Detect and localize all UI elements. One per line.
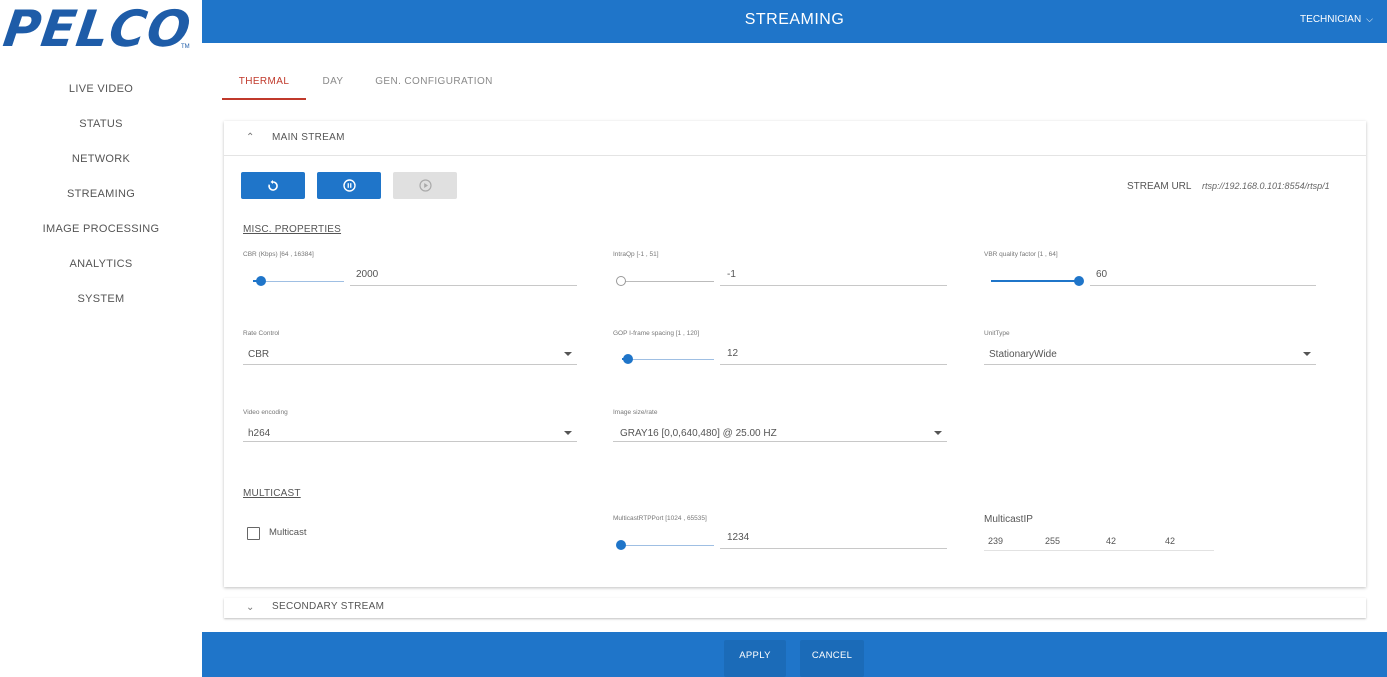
main-stream-title: MAIN STREAM (272, 132, 345, 143)
vbr-slider-fill (991, 280, 1077, 282)
cbr-value[interactable]: 2000 (356, 269, 378, 280)
multicast-ip-octet-2[interactable]: 255 (1045, 536, 1060, 546)
top-bar: STREAMING TECHNICIAN ⌵ (202, 0, 1387, 43)
stop-stream-button[interactable] (317, 172, 381, 199)
multicast-ip-octet-4[interactable]: 42 (1165, 536, 1175, 546)
video-encoding-label: Video encoding (243, 409, 288, 416)
gop-value[interactable]: 12 (727, 348, 738, 359)
intraqp-value[interactable]: -1 (727, 269, 736, 280)
secondary-stream-header[interactable]: ⌄ SECONDARY STREAM (224, 598, 1366, 618)
gop-slider-track (622, 359, 714, 360)
bottom-action-bar: APPLY CANCEL (202, 632, 1387, 677)
chevron-up-icon: ⌃ (246, 132, 255, 143)
rate-control-arrow-icon (564, 352, 572, 356)
unit-type-select[interactable] (984, 364, 1316, 365)
video-encoding-arrow-icon (564, 431, 572, 435)
image-size-arrow-icon (934, 431, 942, 435)
video-encoding-value: h264 (248, 428, 271, 439)
rate-control-label: Rate Control (243, 330, 280, 337)
secondary-stream-title: SECONDARY STREAM (272, 601, 385, 612)
sidebar-item-streaming[interactable]: STREAMING (0, 177, 202, 212)
cbr-underline (350, 285, 577, 286)
chevron-down-icon: ⌵ (1366, 14, 1373, 24)
sidebar-item-live-video[interactable]: LIVE VIDEO (0, 72, 202, 107)
main-stream-panel: ⌃ MAIN STREAM STREAM URL rtsp://192.168.… (224, 121, 1366, 587)
main-stream-header[interactable]: ⌃ MAIN STREAM (224, 121, 1366, 156)
multicast-port-slider[interactable] (616, 540, 626, 550)
sidebar-item-analytics[interactable]: ANALYTICS (0, 247, 202, 282)
intraqp-slider-track (622, 281, 714, 282)
rate-control-value: CBR (248, 349, 270, 360)
user-name: TECHNICIAN (1300, 14, 1362, 25)
image-size-select[interactable] (613, 441, 947, 442)
vbr-slider[interactable] (1074, 276, 1084, 286)
apply-button[interactable]: APPLY (724, 640, 786, 677)
sidebar-nav: LIVE VIDEO STATUS NETWORK STREAMING IMAG… (0, 72, 202, 317)
multicast-ip-underline (984, 550, 1214, 551)
multicast-port-slider-track (622, 545, 714, 546)
multicast-port-underline (720, 548, 947, 549)
pelco-logo[interactable]: PELCO TM (0, 0, 195, 58)
image-size-value: GRAY16 [0,0,640,480] @ 25.00 HZ (620, 428, 777, 439)
sidebar: PELCO TM LIVE VIDEO STATUS NETWORK STREA… (0, 0, 202, 677)
multicast-checkbox-label: Multicast (269, 527, 307, 538)
multicast-title: MULTICAST (243, 488, 301, 499)
sidebar-item-system[interactable]: SYSTEM (0, 282, 202, 317)
multicast-ip-label: MulticastIP (984, 514, 1033, 525)
cbr-label: CBR (Kbps) [64 , 16384] (243, 251, 314, 258)
unit-type-arrow-icon (1303, 352, 1311, 356)
restart-icon (268, 179, 278, 191)
logo-text: PELCO (0, 0, 195, 58)
cbr-slider[interactable] (256, 276, 266, 286)
image-size-label: Image size/rate (613, 409, 658, 416)
chevron-down-icon: ⌄ (246, 602, 255, 613)
tab-day[interactable]: DAY (316, 64, 350, 100)
stream-url-label: STREAM URL (1127, 181, 1192, 192)
gop-slider[interactable] (623, 354, 633, 364)
restart-stream-button[interactable] (241, 172, 305, 199)
intraqp-underline (720, 285, 947, 286)
unit-type-value: StationaryWide (989, 349, 1057, 360)
multicast-ip-octet-1[interactable]: 239 (988, 536, 1003, 546)
tab-gen-configuration[interactable]: GEN. CONFIGURATION (372, 64, 496, 100)
rate-control-select[interactable] (243, 364, 577, 365)
gop-underline (720, 364, 947, 365)
unit-type-label: UnitType (984, 330, 1010, 337)
video-encoding-select[interactable] (243, 441, 577, 442)
multicast-port-value[interactable]: 1234 (727, 532, 749, 543)
vbr-label: VBR quality factor [1 , 64] (984, 251, 1058, 258)
play-stream-button[interactable] (393, 172, 457, 199)
cancel-button[interactable]: CANCEL (800, 640, 864, 677)
stop-icon (342, 179, 356, 192)
multicast-checkbox[interactable] (247, 527, 260, 540)
cbr-slider-track (253, 281, 344, 282)
stream-url[interactable]: rtsp://192.168.0.101:8554/rtsp/1 (1202, 181, 1330, 191)
user-menu[interactable]: TECHNICIAN ⌵ (1300, 14, 1373, 25)
play-icon (418, 179, 432, 192)
multicast-ip-octet-3[interactable]: 42 (1106, 536, 1116, 546)
multicast-port-label: MulticastRTPPort [1024 , 65535] (613, 515, 707, 522)
vbr-value[interactable]: 60 (1096, 269, 1107, 280)
page-title: STREAMING (744, 11, 845, 28)
tab-thermal[interactable]: THERMAL (222, 64, 306, 100)
logo-trademark: TM (181, 44, 190, 50)
sidebar-item-image-processing[interactable]: IMAGE PROCESSING (0, 212, 202, 247)
gop-label: GOP I-frame spacing [1 , 120] (613, 330, 700, 337)
intraqp-label: IntraQp [-1 , 51] (613, 251, 659, 258)
sidebar-item-network[interactable]: NETWORK (0, 142, 202, 177)
intraqp-slider[interactable] (616, 276, 626, 286)
vbr-underline (1090, 285, 1316, 286)
misc-properties-title: MISC. PROPERTIES (243, 224, 342, 235)
sidebar-item-status[interactable]: STATUS (0, 107, 202, 142)
